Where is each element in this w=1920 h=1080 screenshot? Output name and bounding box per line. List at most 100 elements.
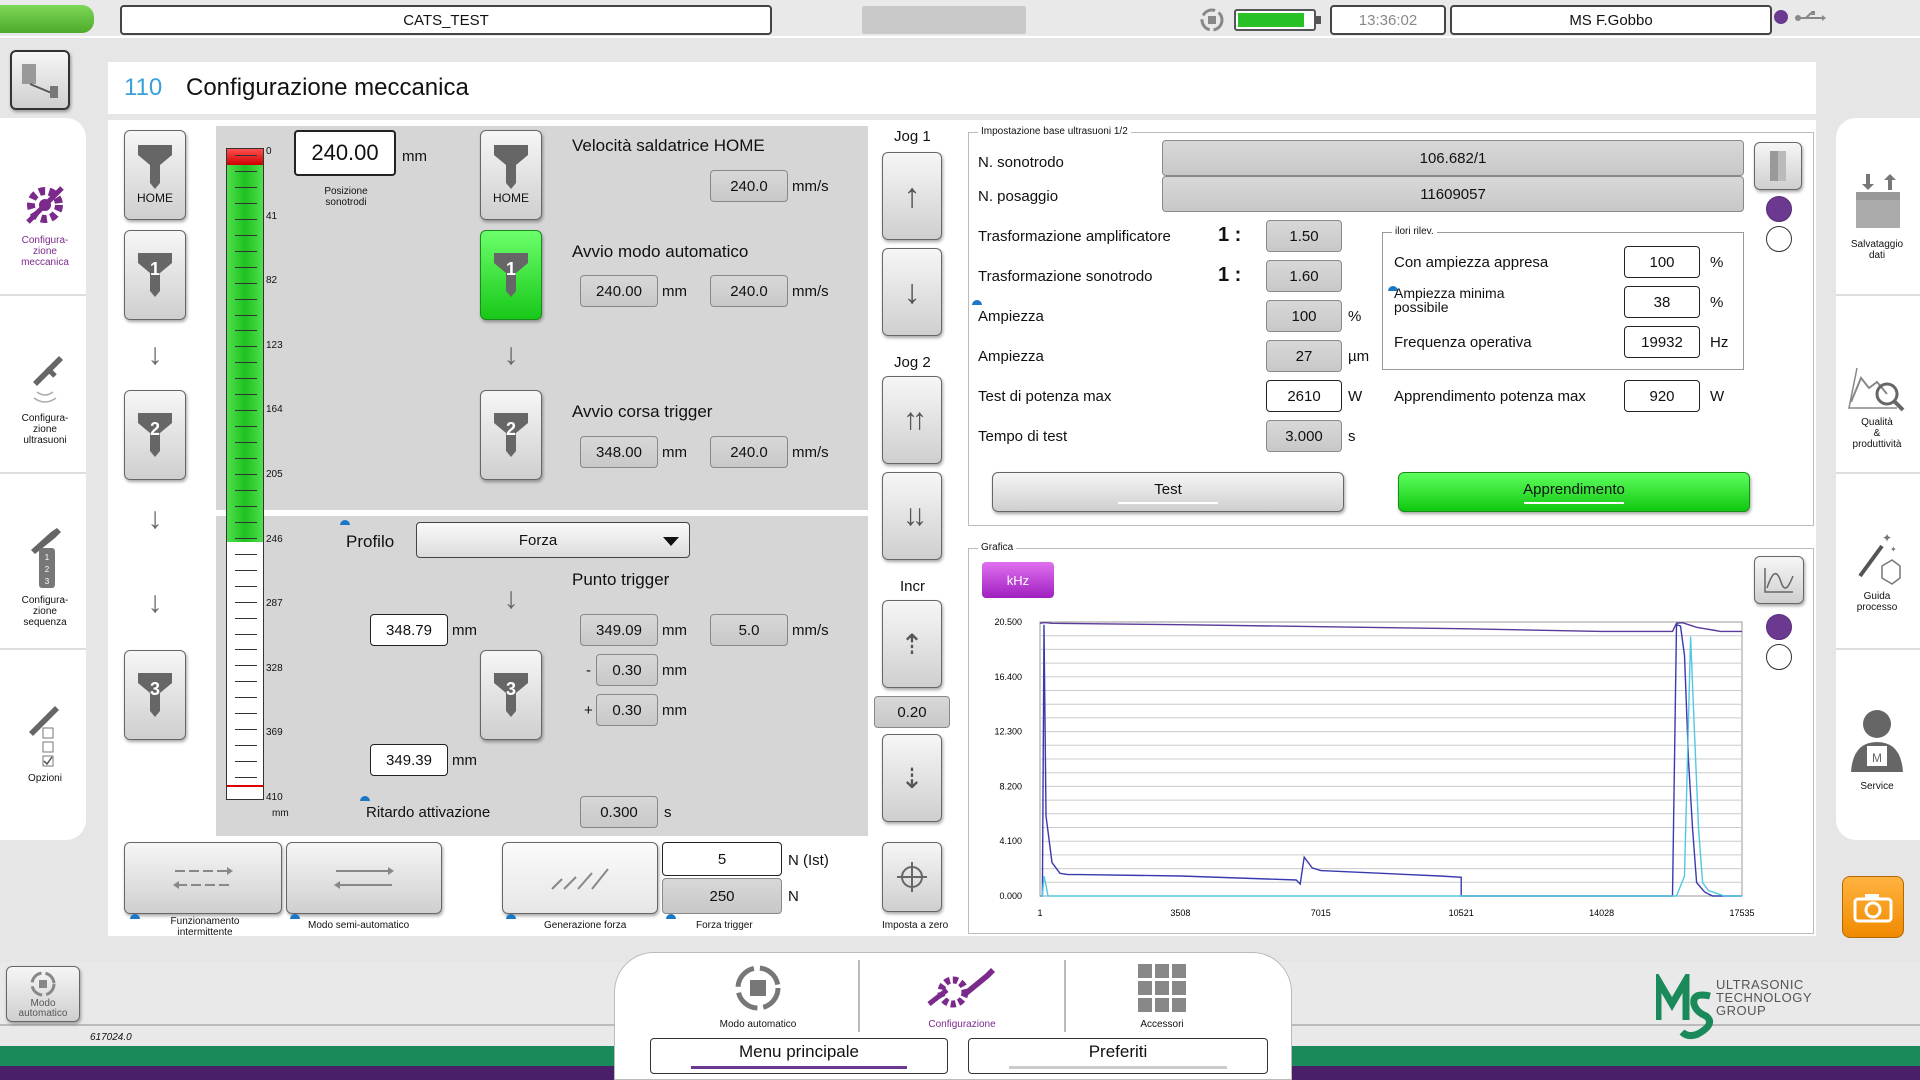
scale-tick bbox=[235, 505, 257, 507]
trigger-start-pos-field[interactable]: 348.00 bbox=[580, 436, 658, 468]
scale-tick-label: 246 bbox=[266, 533, 283, 545]
trigger-point-speed-field[interactable]: 5.0 bbox=[710, 614, 788, 646]
sonotrode-select-button[interactable] bbox=[1754, 142, 1802, 190]
nav-config-mechanical[interactable]: Configura- zione meccanica bbox=[0, 180, 90, 268]
trigger-point-pos-field[interactable]: 349.09 bbox=[580, 614, 658, 646]
jog2-up-button[interactable]: ↑↑ bbox=[882, 376, 942, 464]
sono-home-speed-button[interactable]: HOME bbox=[480, 130, 542, 220]
scale-tick bbox=[235, 665, 257, 667]
trigger-start-speed-field[interactable]: 240.0 bbox=[710, 436, 788, 468]
arrow-down-icon: ↓ bbox=[503, 582, 519, 615]
trigger-point-lower-field[interactable]: 349.39 bbox=[370, 744, 448, 776]
graph-page-1-radio[interactable] bbox=[1766, 614, 1792, 640]
chart-y-tick: 0.000 bbox=[999, 891, 1022, 901]
scale-tick bbox=[235, 442, 257, 444]
arrow-down-icon: ↓ bbox=[147, 586, 163, 619]
profile-select[interactable]: Forza bbox=[416, 522, 690, 558]
amp-transform-label: Trasformazione amplificatore bbox=[978, 228, 1171, 245]
sono-3-button[interactable]: 3 bbox=[124, 650, 186, 740]
bottom-tab-config[interactable]: Configurazione bbox=[900, 962, 1024, 1032]
wrench-sequence-icon: 1 2 3 bbox=[31, 528, 61, 588]
power-test-field[interactable]: 2610 bbox=[1266, 380, 1342, 412]
nav-service[interactable]: M Service bbox=[1832, 708, 1920, 792]
nav-quality[interactable]: Qualità & produttività bbox=[1832, 358, 1920, 450]
learn-power-unit: W bbox=[1710, 388, 1725, 405]
main-menu-label: Menu principale bbox=[738, 1042, 859, 1061]
min-amplitude-label: Ampiezza minima possibile bbox=[1394, 285, 1505, 315]
bottom-tab-auto[interactable]: Modo automatico bbox=[700, 962, 816, 1032]
nav-options[interactable]: Opzioni bbox=[0, 704, 90, 784]
force-generation-button[interactable] bbox=[502, 842, 658, 914]
sonotrode-number-field[interactable]: 106.682/1 bbox=[1162, 140, 1744, 176]
auto-corner-label: Modo automatico bbox=[18, 998, 68, 1019]
khz-unit-button[interactable]: kHz bbox=[982, 562, 1054, 598]
incr-value-field[interactable]: 0.20 bbox=[874, 696, 950, 728]
sono-1-button[interactable]: 1 bbox=[124, 230, 186, 320]
graph-page-2-radio[interactable] bbox=[1766, 644, 1792, 670]
set-zero-button[interactable] bbox=[882, 842, 942, 912]
scale-tick bbox=[235, 378, 257, 380]
machine-overview-button[interactable] bbox=[10, 50, 70, 110]
project-name-field[interactable]: CATS_TEST bbox=[120, 5, 772, 35]
camera-button[interactable] bbox=[1842, 876, 1904, 938]
home-speed-field[interactable]: 240.0 bbox=[710, 170, 788, 202]
sono-2-button[interactable]: 2 bbox=[124, 390, 186, 480]
main-menu-button[interactable]: Menu principale bbox=[650, 1038, 948, 1074]
nav-label: Configura- zione meccanica bbox=[21, 235, 69, 268]
fixture-number-field[interactable]: 11609057 bbox=[1162, 176, 1744, 212]
auto-start-speed-unit: mm/s bbox=[792, 283, 829, 300]
ultrasound-page-1-radio[interactable] bbox=[1766, 196, 1792, 222]
jog1-up-button[interactable]: ↑ bbox=[882, 152, 942, 240]
learn-button[interactable]: Apprendimento bbox=[1398, 472, 1750, 512]
jog2-down-button[interactable]: ↓↓ bbox=[882, 472, 942, 560]
favorites-button[interactable]: Preferiti bbox=[968, 1038, 1268, 1074]
force-trigger-field[interactable]: 250 bbox=[662, 878, 782, 914]
amplitude-um-label: Ampiezza bbox=[978, 348, 1044, 365]
trigger-point-left-field[interactable]: 348.79 bbox=[370, 614, 448, 646]
svg-text:M: M bbox=[1872, 751, 1882, 765]
nav-process-guide[interactable]: ✦ ✦ Guida processo bbox=[1832, 528, 1920, 613]
profile-selected: Forza bbox=[518, 532, 558, 549]
sono-transform-field[interactable]: 1.60 bbox=[1266, 260, 1342, 292]
nav-config-ultrasound[interactable]: Configura- zione ultrasuoni bbox=[0, 352, 90, 446]
svg-text:✦: ✦ bbox=[1882, 531, 1892, 545]
graph-options-button[interactable] bbox=[1754, 556, 1804, 604]
sono-home-button[interactable]: HOME bbox=[124, 130, 186, 220]
semi-auto-mode-button[interactable] bbox=[286, 842, 442, 914]
tolerance-minus-sign: - bbox=[586, 662, 591, 679]
nav-label: Configura- zione sequenza bbox=[21, 595, 69, 628]
scale-bottom-marker bbox=[227, 785, 263, 787]
trigger-point-speed-unit: mm/s bbox=[792, 622, 829, 639]
amplitude-pct-field[interactable]: 100 bbox=[1266, 300, 1342, 332]
delay-field[interactable]: 0.300 bbox=[580, 796, 658, 828]
intermittent-mode-button[interactable] bbox=[124, 842, 282, 914]
chart-x-tick: 1 bbox=[1037, 908, 1042, 918]
scale-tick bbox=[235, 218, 257, 220]
bottom-tab-accessories[interactable]: Accessori bbox=[1104, 962, 1220, 1032]
nav-save-data[interactable]: Salvataggio dati bbox=[1832, 172, 1920, 261]
ultrasound-page-2-radio[interactable] bbox=[1766, 226, 1792, 252]
incr-up-button[interactable]: ⇡ bbox=[882, 600, 942, 688]
amp-transform-field[interactable]: 1.50 bbox=[1266, 220, 1342, 252]
test-time-field[interactable]: 3.000 bbox=[1266, 420, 1342, 452]
sono-1-active-button[interactable]: 1 bbox=[480, 230, 542, 320]
nav-config-sequence[interactable]: 1 2 3 Configura- zione sequenza bbox=[0, 526, 90, 628]
jog1-down-button[interactable]: ↓ bbox=[882, 248, 942, 336]
amplitude-um-field[interactable]: 27 bbox=[1266, 340, 1342, 372]
scale-tick bbox=[235, 777, 257, 779]
config-wrench-icon bbox=[927, 968, 995, 1008]
auto-start-pos-field[interactable]: 240.00 bbox=[580, 275, 658, 307]
user-field[interactable]: MS F.Gobbo bbox=[1450, 5, 1772, 35]
auto-start-speed-field[interactable]: 240.0 bbox=[710, 275, 788, 307]
tolerance-minus-field[interactable]: 0.30 bbox=[596, 654, 658, 686]
sono-2-trigger-button[interactable]: 2 bbox=[480, 390, 542, 480]
test-button[interactable]: Test bbox=[992, 472, 1344, 512]
auto-mode-corner-button[interactable]: Modo automatico bbox=[6, 966, 80, 1022]
sono-3-trigger-button[interactable]: 3 bbox=[480, 650, 542, 740]
tolerance-plus-field[interactable]: 0.30 bbox=[596, 694, 658, 726]
measured-values-legend: ilori rilev. bbox=[1392, 226, 1437, 237]
auto-cycle-icon bbox=[30, 971, 56, 997]
title-divider bbox=[108, 114, 1816, 120]
scale-tick bbox=[235, 250, 257, 252]
incr-down-button[interactable]: ⇣ bbox=[882, 734, 942, 822]
